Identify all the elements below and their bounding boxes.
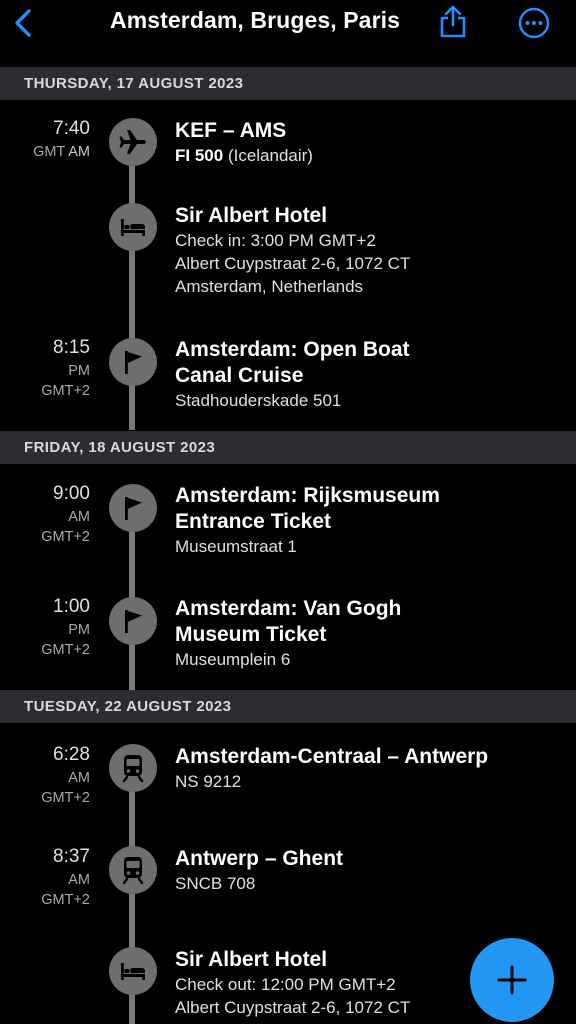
item-ampm: AM xyxy=(68,770,90,786)
item-timezone: GMT+2 xyxy=(41,529,90,545)
itinerary-item-train[interactable]: 6:28 AM GMT+2 Amsterdam-Centraal – Antwe… xyxy=(0,744,576,814)
item-icon-badge xyxy=(109,744,157,792)
item-time: 7:40 xyxy=(53,118,90,139)
day-header: THURSDAY, 17 AUGUST 2023 xyxy=(0,67,576,100)
train-number: SNCB 708 xyxy=(175,874,256,893)
itinerary-item-activity[interactable]: 9:00 AM GMT+2 Amsterdam: Rijksmuseum Ent… xyxy=(0,483,576,563)
item-title-line2: Canal Cruise xyxy=(175,364,304,387)
itinerary-item-activity[interactable]: 8:15 PM GMT+2 Amsterdam: Open Boat Canal… xyxy=(0,337,576,417)
item-title: Amsterdam: Open Boat xyxy=(175,338,410,361)
itinerary-item-flight[interactable]: 7:40 GMT AM KEF – AMS FI 500 (Icelandair… xyxy=(0,118,576,188)
day-header-label: TUESDAY, 22 AUGUST 2023 xyxy=(24,698,232,715)
item-ampm: AM xyxy=(68,509,90,525)
day-header: FRIDAY, 18 AUGUST 2023 xyxy=(0,431,576,464)
page-title: Amsterdam, Bruges, Paris xyxy=(109,7,400,33)
item-icon-badge xyxy=(109,597,157,645)
item-icon-badge xyxy=(109,947,157,995)
item-icon-badge xyxy=(109,118,157,166)
item-address: Museumplein 6 xyxy=(175,650,291,669)
train-number: NS 9212 xyxy=(175,772,242,791)
item-icon-badge xyxy=(109,203,157,251)
add-item-button[interactable] xyxy=(470,938,554,1022)
plus-icon xyxy=(497,965,527,995)
item-time: 8:15 xyxy=(53,337,90,358)
item-title: Amsterdam: Van Gogh xyxy=(175,597,402,620)
item-timezone: GMT xyxy=(33,144,66,160)
airplane-icon xyxy=(119,130,146,154)
item-time: 1:00 xyxy=(53,596,90,617)
item-timezone: GMT+2 xyxy=(41,383,90,399)
flight-carrier: (Icelandair) xyxy=(227,146,313,165)
chevron-left-icon xyxy=(15,9,31,37)
itinerary-item-activity[interactable]: 1:00 PM GMT+2 Amsterdam: Van Gogh Museum… xyxy=(0,596,576,676)
item-title: Sir Albert Hotel xyxy=(175,204,328,227)
item-title-line2: Entrance Ticket xyxy=(175,510,332,533)
itinerary-item-train[interactable]: 8:37 AM GMT+2 Antwerp – Ghent SNCB 708 xyxy=(0,846,576,916)
back-button[interactable] xyxy=(10,6,36,40)
item-ampm: AM xyxy=(68,872,90,888)
item-icon-badge xyxy=(109,338,157,386)
ellipsis-circle-icon xyxy=(518,7,550,39)
item-icon-badge xyxy=(109,484,157,532)
item-address: Stadhouderskade 501 xyxy=(175,391,342,410)
more-options-button[interactable] xyxy=(518,7,550,39)
item-ampm: PM xyxy=(68,363,90,379)
item-ampm: AM xyxy=(68,144,90,160)
bed-icon xyxy=(121,219,145,236)
item-title: Amsterdam: Rijksmuseum xyxy=(175,484,440,507)
item-timezone: GMT+2 xyxy=(41,892,90,908)
item-timezone: GMT+2 xyxy=(41,642,90,658)
bed-icon xyxy=(121,963,145,980)
day-header-label: THURSDAY, 17 AUGUST 2023 xyxy=(24,75,244,92)
share-icon xyxy=(440,5,466,38)
item-title-line2: Museum Ticket xyxy=(175,623,327,646)
day-header: TUESDAY, 22 AUGUST 2023 xyxy=(0,690,576,723)
flag-icon xyxy=(125,610,142,633)
item-timezone: GMT+2 xyxy=(41,790,90,806)
item-title: Amsterdam-Centraal – Antwerp xyxy=(175,745,489,768)
item-address: Museumstraat 1 xyxy=(175,537,297,556)
item-title: Antwerp – Ghent xyxy=(175,847,344,870)
item-time: 6:28 xyxy=(53,744,90,765)
itinerary-item-hotel[interactable]: Sir Albert Hotel Check in: 3:00 PM GMT+2… xyxy=(0,203,576,313)
flag-icon xyxy=(125,497,142,520)
item-title: KEF – AMS xyxy=(175,119,287,142)
top-bar: Amsterdam, Bruges, Paris xyxy=(0,0,576,66)
flag-icon xyxy=(125,351,142,374)
day-header-label: FRIDAY, 18 AUGUST 2023 xyxy=(24,439,216,456)
train-icon xyxy=(122,755,144,783)
item-ampm: PM xyxy=(68,622,90,638)
item-time: 8:37 xyxy=(53,846,90,867)
share-button[interactable] xyxy=(438,4,468,38)
item-time: 9:00 xyxy=(53,483,90,504)
item-address: Albert Cuypstraat 2-6, 1072 CT xyxy=(175,254,411,273)
item-address-city: Amsterdam, Netherlands xyxy=(175,277,364,296)
train-icon xyxy=(122,857,144,885)
flight-code: FI 500 xyxy=(175,146,224,165)
item-icon-badge xyxy=(109,846,157,894)
check-in-time: Check in: 3:00 PM GMT+2 xyxy=(175,231,376,250)
